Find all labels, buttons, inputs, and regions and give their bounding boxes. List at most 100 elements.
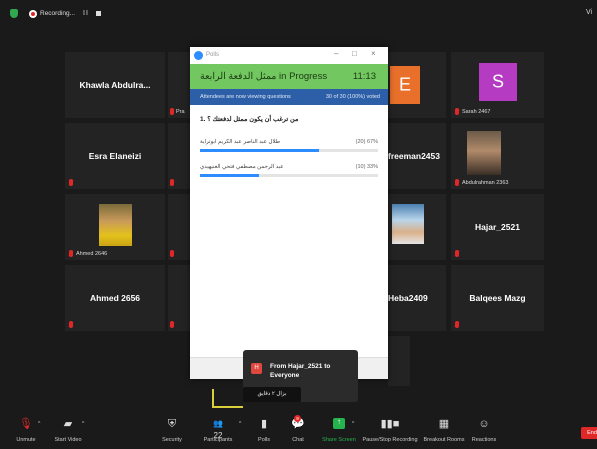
chevron-up-icon[interactable]: ^: [239, 421, 241, 427]
share-screen-icon: [333, 417, 345, 429]
video-tile-partial[interactable]: [168, 123, 190, 189]
unmute-button[interactable]: 🎙 Unmute: [8, 412, 44, 449]
poll-question: 1. من ترغب أن يكون ممثل لدفعتك ؟: [200, 116, 299, 123]
participants-label: Participants: [203, 437, 233, 443]
poll-option-label: عبد الرحمن مصطفي فتحي الغنيهيدي: [200, 164, 284, 170]
poll-option-result: (20) 67%: [355, 139, 378, 145]
muted-mic-icon: [455, 321, 459, 328]
voted-count: 30 of 30 (100%) voted: [325, 94, 380, 100]
start-video-label: Start Video: [54, 437, 82, 443]
chat-button[interactable]: 💬 9 Chat: [286, 412, 310, 449]
end-meeting-button[interactable]: End: [581, 427, 597, 439]
participant-name: Ahmed 2656: [89, 293, 141, 303]
participant-name: Esra Elaneizi: [88, 151, 142, 161]
video-tile-partial[interactable]: [168, 265, 190, 331]
meeting-toolbar: 🎙 Unmute ^ ▰ Start Video ^ ⛨ Security 👥 …: [0, 412, 597, 449]
recording-icon: [29, 10, 37, 18]
chat-message-text: بزال ٢ دقايق: [257, 391, 287, 397]
security-shield-icon[interactable]: [10, 9, 18, 18]
video-tile-hajar[interactable]: Hajar_2521: [451, 194, 544, 260]
video-tile-balqees[interactable]: Balqees Mazg: [451, 265, 544, 331]
chat-message-preview[interactable]: بزال ٢ دقايق: [243, 387, 301, 402]
poll-status: in Progress: [279, 71, 328, 82]
video-tile-photo[interactable]: [388, 194, 446, 260]
video-tile-partial[interactable]: Pra: [168, 52, 190, 118]
start-video-button[interactable]: ▰ Start Video: [48, 412, 88, 449]
participant-label: Abdulrahman 2363: [462, 180, 509, 186]
polls-window-title: Polls: [206, 52, 220, 58]
video-off-icon: ▰: [63, 418, 73, 430]
muted-mic-icon: [170, 321, 174, 328]
muted-mic-icon: [455, 179, 459, 186]
polls-button[interactable]: ▮ Polls: [252, 412, 276, 449]
polls-label: Polls: [258, 437, 270, 443]
participant-name: Khawla Abdulra...: [79, 80, 151, 90]
chat-badge: 9: [294, 415, 301, 422]
participant-label: Ahmed 2646: [76, 251, 108, 257]
security-label: Security: [162, 437, 182, 443]
maximize-icon[interactable]: □: [352, 49, 357, 58]
poll-timer: 11:13: [352, 71, 376, 82]
polls-titlebar[interactable]: Polls – □ ×: [190, 47, 388, 64]
muted-mic-icon: [170, 179, 174, 186]
participant-photo: [392, 204, 424, 244]
chat-label: Chat: [292, 437, 304, 443]
video-tile-partial[interactable]: [168, 194, 190, 260]
chevron-up-icon[interactable]: ^: [352, 421, 354, 427]
participant-label: Sarah 2467: [462, 109, 491, 115]
participant-name: Balqees Mazg: [469, 293, 526, 303]
stop-recording-icon[interactable]: [96, 11, 101, 16]
share-screen-label: Share Screen: [322, 437, 356, 443]
shield-icon: ⛨: [167, 418, 177, 430]
reactions-button[interactable]: ☺ Reactions: [468, 412, 500, 449]
unmute-label: Unmute: [16, 437, 36, 443]
bar-chart-icon: ▮: [260, 418, 268, 430]
pause-stop-recording-label: Pause/Stop Recording: [362, 437, 418, 443]
video-tile-partial[interactable]: [388, 336, 410, 386]
chevron-up-icon[interactable]: ^: [38, 421, 40, 427]
video-tile-e[interactable]: E: [388, 52, 446, 118]
participant-name: Heba2409: [388, 293, 428, 303]
share-screen-button[interactable]: Share Screen: [318, 412, 360, 449]
close-icon[interactable]: ×: [371, 49, 376, 58]
video-tile-ahmed-2646[interactable]: Ahmed 2646: [65, 194, 165, 260]
breakout-rooms-button[interactable]: ▦ Breakout Rooms: [422, 412, 466, 449]
muted-mic-icon: [69, 179, 73, 186]
video-tile-abdulrahman[interactable]: Abdulrahman 2363: [451, 123, 544, 189]
poll-option-bar: [200, 149, 378, 152]
chevron-up-icon[interactable]: ^: [82, 421, 84, 427]
video-tile-esra[interactable]: Esra Elaneizi: [65, 123, 165, 189]
pause-recording-icon[interactable]: II: [83, 10, 89, 17]
muted-mic-icon: [69, 250, 73, 257]
video-tile-freeman[interactable]: freeman2453: [388, 123, 446, 189]
poll-title-arabic: ممثل الدفعة الرابعة: [200, 71, 277, 82]
active-speaker-border: [212, 389, 214, 407]
poll-option-bar: [200, 174, 378, 177]
participant-name: freeman2453: [388, 151, 440, 161]
participant-name: Hajar_2521: [475, 222, 520, 232]
pause-stop-recording-button[interactable]: ▮▮■ Pause/Stop Recording: [362, 412, 418, 449]
participant-label: Pra: [176, 109, 185, 115]
muted-mic-icon: [170, 108, 174, 115]
video-tile-sarah[interactable]: S Sarah 2467: [451, 52, 544, 118]
polls-window[interactable]: Polls – □ × ممثل الدفعة الرابعة in Progr…: [190, 47, 388, 379]
security-button[interactable]: ⛨ Security: [158, 412, 186, 449]
view-button[interactable]: Vi: [586, 9, 592, 16]
video-tile-khawla[interactable]: Khawla Abdulra...: [65, 52, 165, 118]
breakout-rooms-icon: ▦: [438, 418, 450, 430]
pause-stop-icon: ▮▮■: [380, 418, 400, 430]
participants-button[interactable]: 👥 22 Participants: [200, 412, 236, 449]
video-tile-heba[interactable]: Heba2409: [388, 265, 446, 331]
minimize-icon[interactable]: –: [334, 49, 338, 58]
muted-mic-icon: [455, 250, 459, 257]
muted-mic-icon: [455, 108, 459, 115]
avatar: E: [390, 66, 420, 104]
poll-option-result: (10) 33%: [355, 164, 378, 170]
video-tile-ahmed-2656[interactable]: Ahmed 2656: [65, 265, 165, 331]
emoji-icon: ☺: [478, 418, 490, 430]
reactions-label: Reactions: [471, 437, 497, 443]
zoom-logo-icon: [194, 51, 203, 60]
recording-label: Recording...: [40, 10, 76, 17]
avatar-letter: S: [491, 71, 504, 92]
meeting-topbar: Recording... II Vi: [0, 0, 597, 26]
